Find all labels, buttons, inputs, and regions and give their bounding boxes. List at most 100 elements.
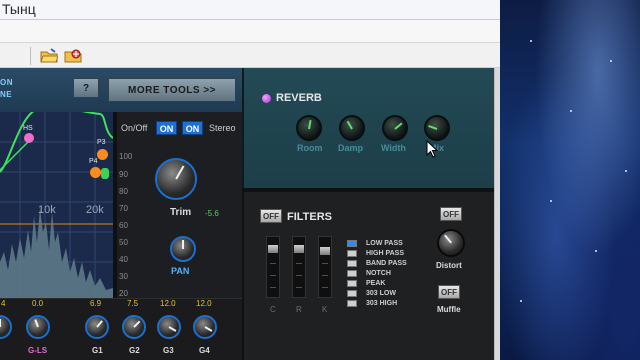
eq-graph[interactable]: HS P3 P4 10k 20k — [0, 112, 113, 298]
meter-scale-90: 90 — [119, 170, 128, 179]
trim-knob[interactable] — [155, 158, 197, 200]
header-line-1: ON — [0, 78, 13, 87]
eq-separator — [113, 112, 117, 298]
distort-label: Distort — [436, 261, 462, 270]
on-button-2[interactable]: ON — [182, 121, 203, 135]
band-label-gls: G-LS — [28, 346, 48, 355]
band-value-g2: 7.5 — [127, 299, 139, 308]
onoff-label: On/Off — [121, 123, 148, 133]
band-knob-g1[interactable] — [85, 315, 109, 339]
reverb-damp-label: Damp — [338, 143, 364, 153]
band-label-g4: G4 — [199, 346, 210, 355]
filter-slider-c-label: C — [270, 305, 276, 314]
filter-type-label-303-high: 303 HIGH — [366, 300, 398, 307]
meter-scale-80: 80 — [119, 187, 128, 196]
reverb-room-label: Room — [297, 143, 323, 153]
meter-scale-100: 100 — [119, 152, 133, 161]
filter-type-radio-303-high[interactable] — [347, 300, 357, 307]
filter-type-label-low-pass: LOW PASS — [366, 240, 403, 247]
band-knob-g2[interactable] — [122, 315, 146, 339]
filter-type-radio-303-low[interactable] — [347, 290, 357, 297]
star — [625, 170, 627, 172]
filter-type-radio-high-pass[interactable] — [347, 250, 357, 257]
star — [530, 40, 532, 42]
header-line-2: NE — [0, 90, 13, 99]
filters-power-button[interactable]: OFF — [260, 209, 282, 223]
star — [570, 110, 572, 112]
band-value-gls: 0.0 — [32, 299, 44, 308]
filter-type-label-high-pass: HIGH PASS — [366, 250, 404, 257]
trim-value: -5.6 — [205, 209, 219, 218]
eq-point-label-p4: P4 — [89, 158, 98, 165]
distort-knob[interactable] — [437, 229, 465, 257]
menu-area — [0, 20, 500, 42]
mouse-cursor-icon — [426, 139, 439, 163]
star — [610, 60, 612, 62]
filter-type-label-peak: PEAK — [366, 280, 386, 287]
toolbar-separator — [30, 47, 31, 65]
eq-point-p4-orange[interactable] — [90, 167, 101, 178]
band-value-0: 4 — [1, 299, 6, 308]
filter-slider-k[interactable] — [318, 236, 332, 298]
filter-type-label-band-pass: BAND PASS — [366, 260, 407, 267]
filter-type-radio-band-pass[interactable] — [347, 260, 357, 267]
meter-scale-20: 20 — [119, 289, 128, 298]
meter-scale-40: 40 — [119, 255, 128, 264]
meter-scale-70: 70 — [119, 204, 128, 213]
eq-point-hs[interactable] — [24, 133, 34, 143]
filter-type-radio-peak[interactable] — [347, 280, 357, 287]
pan-knob[interactable] — [170, 236, 196, 262]
title-bar: Тынц — [0, 0, 500, 20]
muffle-power-button[interactable]: OFF — [438, 285, 460, 299]
band-knob-g4[interactable] — [193, 315, 217, 339]
pan-label: PAN — [171, 266, 190, 276]
star — [550, 200, 552, 202]
reverb-led-icon[interactable] — [262, 94, 271, 103]
reverb-damp-knob[interactable] — [339, 115, 365, 141]
band-label-g1: G1 — [92, 346, 103, 355]
band-value-g3: 12.0 — [160, 299, 176, 308]
more-tools-button[interactable]: MORE TOOLS >> — [108, 78, 236, 102]
muffle-label: Muffle — [437, 305, 461, 314]
open-folder-icon[interactable] — [40, 48, 59, 64]
filter-slider-r[interactable] — [292, 236, 306, 298]
meter-scale-30: 30 — [119, 272, 128, 281]
filter-slider-r-label: R — [296, 305, 302, 314]
freq-label-20k: 20k — [86, 204, 104, 216]
band-value-g1: 6.9 — [90, 299, 102, 308]
meter-scale-50: 50 — [119, 238, 128, 247]
window-title: Тынц — [2, 1, 36, 17]
freq-label-10k: 10k — [38, 204, 56, 216]
eq-point-p3[interactable] — [97, 149, 108, 160]
reverb-width-label: Width — [381, 143, 406, 153]
desktop-wallpaper — [500, 0, 640, 360]
band-value-g4: 12.0 — [196, 299, 212, 308]
band-knob-gls[interactable] — [26, 315, 50, 339]
filter-slider-c[interactable] — [266, 236, 280, 298]
toolbar — [0, 42, 500, 68]
star — [595, 250, 597, 252]
band-label-g2: G2 — [129, 346, 140, 355]
help-button[interactable]: ? — [73, 78, 99, 98]
reverb-mix-knob[interactable] — [424, 115, 450, 141]
star — [520, 300, 522, 302]
eq-point-p4[interactable] — [101, 168, 109, 179]
filter-type-radio-low-pass[interactable] — [347, 240, 357, 247]
vertical-scrollbar[interactable] — [494, 68, 500, 360]
meter-scale-60: 60 — [119, 221, 128, 230]
trim-label: Trim — [170, 207, 192, 218]
band-knob-g3[interactable] — [157, 315, 181, 339]
reverb-panel — [242, 68, 494, 188]
settings-folder-icon[interactable] — [64, 48, 82, 64]
band-label-g3: G3 — [163, 346, 174, 355]
filter-type-radio-notch[interactable] — [347, 270, 357, 277]
filters-title: FILTERS — [287, 211, 333, 223]
filter-slider-k-label: K — [322, 305, 328, 314]
reverb-title: REVERB — [276, 92, 322, 104]
eq-point-label-p3: P3 — [97, 139, 106, 146]
reverb-room-knob[interactable] — [296, 115, 322, 141]
distort-power-button[interactable]: OFF — [440, 207, 462, 221]
on-button-1[interactable]: ON — [156, 121, 177, 135]
reverb-width-knob[interactable] — [382, 115, 408, 141]
eq-point-label-hs: HS — [23, 125, 33, 132]
